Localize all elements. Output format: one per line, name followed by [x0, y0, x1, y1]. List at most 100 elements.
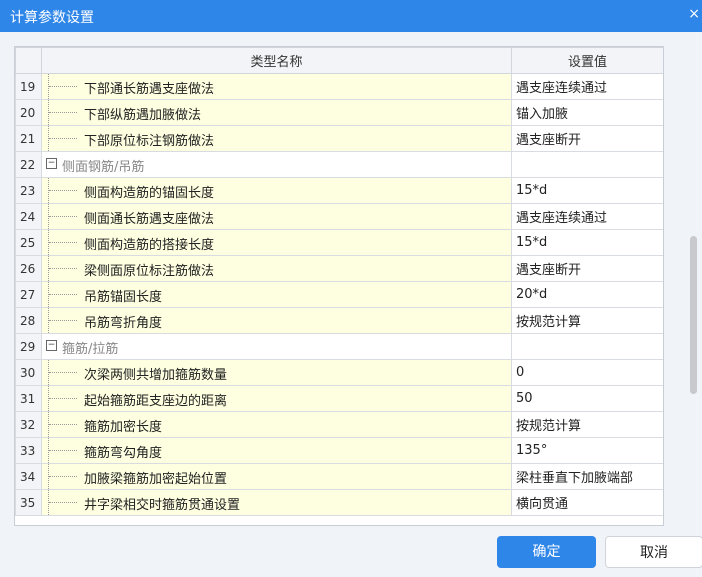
type-name-cell[interactable]: 次梁两侧共增加箍筋数量 [41, 359, 512, 386]
row-index: 24 [15, 203, 42, 230]
type-name-cell[interactable]: 箍筋弯勾角度 [41, 437, 512, 464]
type-name-label: 侧面构造筋的锚固长度 [84, 186, 215, 201]
setting-value-cell[interactable]: 锚入加腋 [511, 99, 663, 126]
type-name-cell[interactable]: 井字梁相交时箍筋贯通设置 [41, 489, 512, 516]
tree-connector [48, 126, 79, 151]
row-index: 29 [15, 333, 42, 360]
type-name-label: 侧面通长筋遇支座做法 [84, 212, 215, 227]
setting-value-cell[interactable] [511, 333, 663, 360]
tree-connector [48, 204, 79, 229]
type-name-cell[interactable]: 起始箍筋距支座边的距离 [41, 385, 512, 412]
type-name-cell[interactable]: 下部纵筋遇加腋做法 [41, 99, 512, 126]
tree-connector [48, 256, 79, 281]
type-name-label: 下部原位标注钢筋做法 [84, 134, 215, 149]
tree-connector [48, 490, 79, 515]
table-row[interactable]: 34 加腋梁箍筋加密起始位置 梁柱垂直下加腋端部 [15, 463, 663, 490]
row-index: 25 [15, 229, 42, 256]
type-name-label: 侧面构造筋的搭接长度 [84, 238, 215, 253]
setting-value-cell[interactable]: 横向贯通 [511, 489, 663, 516]
table-row[interactable]: 21 下部原位标注钢筋做法 遇支座断开 [15, 125, 663, 152]
type-name-cell[interactable]: 箍筋加密长度 [41, 411, 512, 438]
tree-connector [48, 100, 79, 125]
setting-value-cell[interactable]: 遇支座断开 [511, 125, 663, 152]
group-name-cell[interactable]: − 箍筋/拉筋 [41, 333, 512, 360]
setting-value-cell[interactable]: 遇支座连续通过 [511, 73, 663, 100]
table-row[interactable]: 33 箍筋弯勾角度 135° [15, 437, 663, 464]
parameter-grid: 类型名称 设置值 19 下部通长筋遇支座做法 遇支座连续通过 20 下部纵筋遇加腋做法锚… [14, 46, 664, 526]
type-name-cell[interactable]: 下部原位标注钢筋做法 [41, 125, 512, 152]
header-setting-value[interactable]: 设置值 [511, 47, 663, 74]
type-name-cell[interactable]: 侧面构造筋的锚固长度 [41, 177, 512, 204]
type-name-label: 吊筋锚固长度 [84, 290, 163, 305]
table-row[interactable]: 26 梁侧面原位标注筋做法 遇支座断开 [15, 255, 663, 282]
table-row[interactable]: 24 侧面通长筋遇支座做法 遇支座连续通过 [15, 203, 663, 230]
type-name-cell[interactable]: 吊筋弯折角度 [41, 307, 512, 334]
table-row[interactable]: 28 吊筋弯折角度 按规范计算 [15, 307, 663, 334]
table-row[interactable]: 25 侧面构造筋的搭接长度 15*d [15, 229, 663, 256]
type-name-cell[interactable]: 加腋梁箍筋加密起始位置 [41, 463, 512, 490]
vertical-scrollbar-thumb[interactable] [690, 236, 697, 394]
setting-value-cell[interactable]: 遇支座连续通过 [511, 203, 663, 230]
tree-connector [48, 438, 79, 463]
setting-value-cell[interactable]: 15*d [511, 229, 663, 256]
close-icon[interactable]: × [688, 6, 700, 22]
table-row[interactable]: 19 下部通长筋遇支座做法 遇支座连续通过 [15, 73, 663, 100]
type-name-label: 下部通长筋遇支座做法 [84, 82, 215, 97]
type-name-label: 梁侧面原位标注筋做法 [84, 264, 215, 279]
table-row[interactable]: 31 起始箍筋距支座边的距离 50 [15, 385, 663, 412]
header-index [15, 47, 42, 74]
tree-connector [48, 386, 79, 411]
type-name-cell[interactable]: 下部通长筋遇支座做法 [41, 73, 512, 100]
header-type-name[interactable]: 类型名称 [41, 47, 512, 74]
table-row[interactable]: 32 箍筋加密长度 按规范计算 [15, 411, 663, 438]
row-index: 22 [15, 151, 42, 178]
setting-value-cell[interactable]: 梁柱垂直下加腋端部 [511, 463, 663, 490]
type-name-cell[interactable]: 梁侧面原位标注筋做法 [41, 255, 512, 282]
row-index: 35 [15, 489, 42, 516]
type-name-cell[interactable]: 吊筋锚固长度 [41, 281, 512, 308]
table-row[interactable]: 35 井字梁相交时箍筋贯通设置 横向贯通 [15, 489, 663, 516]
type-name-label: 次梁两侧共增加箍筋数量 [84, 368, 228, 383]
collapse-icon[interactable]: − [46, 158, 57, 169]
setting-value-cell[interactable]: 20*d [511, 281, 663, 308]
type-name-label: 箍筋弯勾角度 [84, 446, 163, 461]
setting-value-cell[interactable]: 0 [511, 359, 663, 386]
table-body: 19 下部通长筋遇支座做法 遇支座连续通过 20 下部纵筋遇加腋做法 锚入加腋 21 下部原位… [15, 73, 663, 516]
group-name-cell[interactable]: − 侧面钢筋/吊筋 [41, 151, 512, 178]
table-row[interactable]: 30 次梁两侧共增加箍筋数量 0 [15, 359, 663, 386]
setting-value-cell[interactable]: 遇支座断开 [511, 255, 663, 282]
row-index: 33 [15, 437, 42, 464]
dialog-titlebar: 计算参数设置 × [0, 0, 702, 32]
table-row[interactable]: 27 吊筋锚固长度 20*d [15, 281, 663, 308]
tree-connector [48, 282, 79, 307]
tree-connector [48, 464, 79, 489]
ok-button[interactable]: 确定 [497, 536, 596, 568]
type-name-label: 吊筋弯折角度 [84, 316, 163, 331]
collapse-icon[interactable]: − [46, 340, 57, 351]
type-name-cell[interactable]: 侧面通长筋遇支座做法 [41, 203, 512, 230]
parameter-table: 类型名称 设置值 19 下部通长筋遇支座做法 遇支座连续通过 20 下部纵筋遇加腋做法锚… [15, 47, 663, 516]
table-row[interactable]: 23 侧面构造筋的锚固长度 15*d [15, 177, 663, 204]
tree-connector [48, 178, 79, 203]
type-name-label: 起始箍筋距支座边的距离 [84, 394, 228, 409]
tree-connector [48, 230, 79, 255]
row-index: 19 [15, 73, 42, 100]
setting-value-cell[interactable]: 按规范计算 [511, 307, 663, 334]
row-index: 21 [15, 125, 42, 152]
group-label: 箍筋/拉筋 [62, 342, 119, 357]
type-name-label: 下部纵筋遇加腋做法 [84, 108, 202, 123]
table-row[interactable]: 20 下部纵筋遇加腋做法 锚入加腋 [15, 99, 663, 126]
setting-value-cell[interactable]: 135° [511, 437, 663, 464]
type-name-label: 箍筋加密长度 [84, 420, 163, 435]
group-row[interactable]: 29− 箍筋/拉筋 [15, 333, 663, 360]
setting-value-cell[interactable]: 50 [511, 385, 663, 412]
row-index: 34 [15, 463, 42, 490]
setting-value-cell[interactable]: 按规范计算 [511, 411, 663, 438]
type-name-label: 加腋梁箍筋加密起始位置 [84, 472, 228, 487]
setting-value-cell[interactable]: 15*d [511, 177, 663, 204]
tree-connector [48, 412, 79, 437]
cancel-button[interactable]: 取消 [605, 536, 702, 568]
setting-value-cell[interactable] [511, 151, 663, 178]
type-name-cell[interactable]: 侧面构造筋的搭接长度 [41, 229, 512, 256]
group-row[interactable]: 22− 侧面钢筋/吊筋 [15, 151, 663, 178]
